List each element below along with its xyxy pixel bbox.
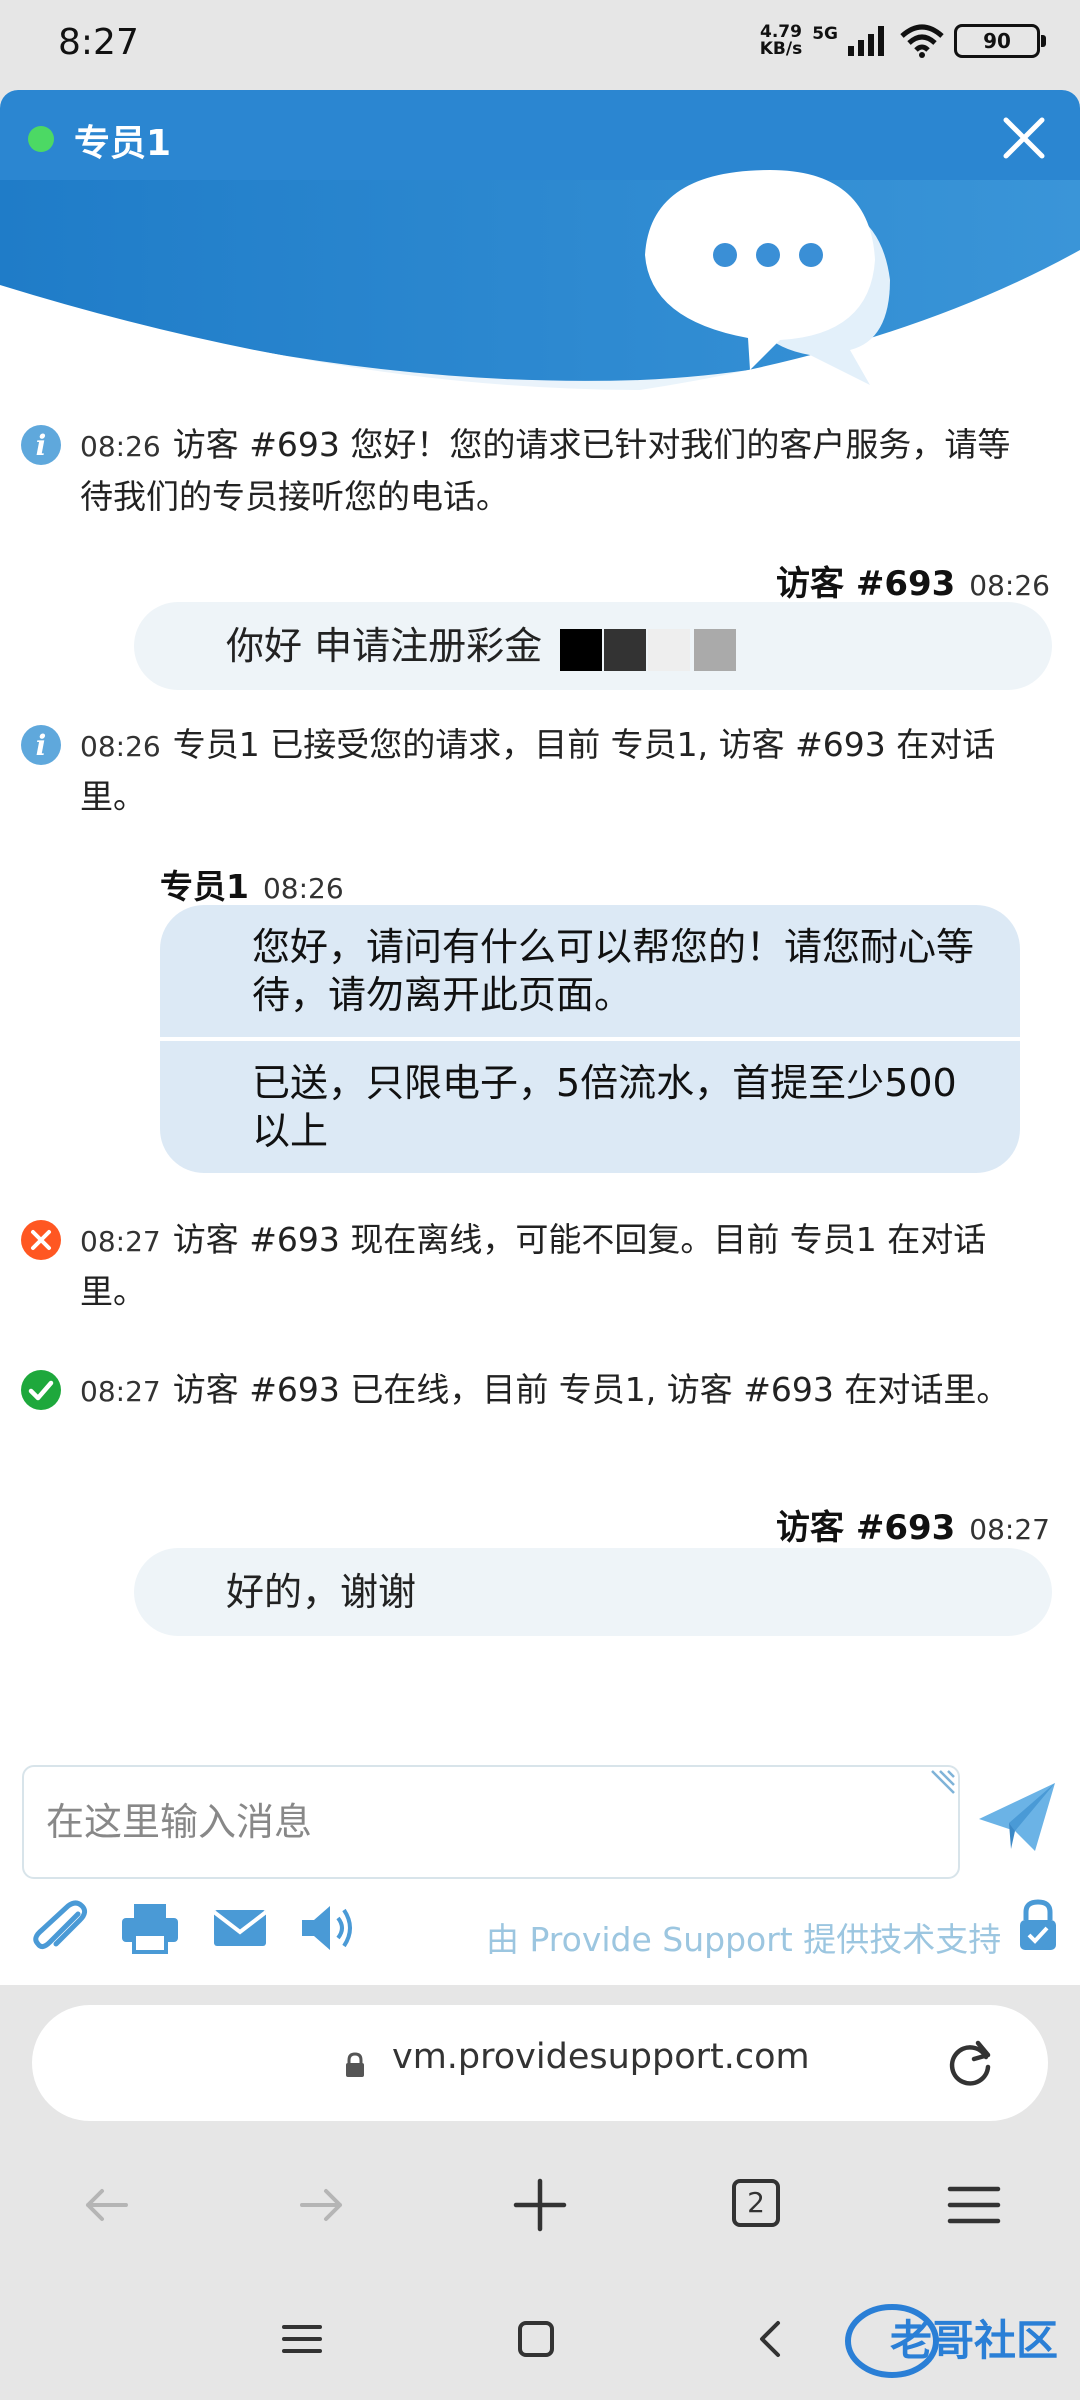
- online-check-icon: [21, 1370, 61, 1410]
- agent-message-part: 您好，请问有什么可以帮您的！请您耐心等待，请勿离开此页面。: [252, 925, 975, 1017]
- agent-message-bubble: 您好，请问有什么可以帮您的！请您耐心等待，请勿离开此页面。 已送，只限电子，5倍…: [160, 905, 1020, 1173]
- watermark-text: 老哥社区: [890, 2316, 1058, 2365]
- send-icon[interactable]: [975, 1775, 1059, 1859]
- system-message: 08:27 访客 #693 现在离线，可能不回复。目前 专员1 在对话里。: [20, 1215, 1030, 1317]
- back-icon[interactable]: [746, 2315, 794, 2363]
- chat-header: 专员1: [0, 90, 1080, 390]
- message-text: 访客 #693 现在离线，可能不回复。目前 专员1 在对话里。: [80, 1220, 987, 1311]
- system-message: 08:27 访客 #693 已在线，目前 专员1, 访客 #693 在对话里。: [20, 1365, 1030, 1417]
- status-bar: 8:27 4.79 KB/s 5G 90: [0, 0, 1080, 90]
- message-time: 08:27: [80, 1375, 161, 1408]
- offline-x-icon: [21, 1220, 61, 1260]
- sound-icon[interactable]: [298, 1900, 358, 1956]
- message-text: 你好 申请注册彩金: [226, 624, 543, 668]
- info-icon: i: [21, 725, 61, 765]
- secure-lock-icon: [1020, 1899, 1056, 1950]
- attach-icon[interactable]: [32, 1900, 92, 1956]
- status-time: 8:27: [58, 22, 139, 63]
- agent-message-part: 已送，只限电子，5倍流水，首提至少500以上: [252, 1061, 957, 1153]
- system-nav-bar: 老哥社区: [0, 2275, 1080, 2400]
- agent-name: 专员1: [74, 123, 172, 164]
- message-text: 专员1 已接受您的请求，目前 专员1, 访客 #693 在对话里。: [80, 725, 996, 816]
- chat-bubble-illustration-icon: [645, 170, 890, 385]
- address-bar[interactable]: vm.providesupport.com: [32, 2005, 1048, 2121]
- new-tab-plus-icon[interactable]: [510, 2175, 570, 2235]
- reload-icon[interactable]: [942, 2035, 998, 2091]
- message-time: 08:26: [969, 569, 1050, 602]
- email-icon[interactable]: [210, 1900, 270, 1956]
- svg-text:i: i: [36, 429, 47, 462]
- tabs-count-button[interactable]: 2: [732, 2179, 780, 2227]
- visitor-message-header: 访客 #693 08:27: [776, 1500, 1050, 1549]
- message-time: 08:27: [969, 1513, 1050, 1546]
- message-author: 专员1: [160, 867, 249, 906]
- battery-icon: 90: [954, 24, 1046, 58]
- message-text: 访客 #693 已在线，目前 专员1, 访客 #693 在对话里。: [172, 1370, 1010, 1409]
- message-time: 08:26: [80, 730, 161, 763]
- browser-url-area: vm.providesupport.com: [0, 1985, 1080, 2135]
- system-message: i 08:26 专员1 已接受您的请求，目前 专员1, 访客 #693 在对话里。: [20, 720, 1030, 822]
- online-status-dot: [28, 126, 54, 152]
- back-arrow-icon[interactable]: [76, 2175, 136, 2235]
- message-input[interactable]: [24, 1767, 958, 1877]
- close-icon[interactable]: [994, 108, 1054, 168]
- message-time: 08:27: [80, 1225, 161, 1258]
- status-icons: 4.79 KB/s 5G 90: [760, 24, 1046, 58]
- visitor-message-bubble: 好的，谢谢: [134, 1548, 1052, 1636]
- lock-icon: [346, 2052, 364, 2077]
- message-author: 访客 #693: [776, 1508, 956, 1548]
- message-input-wrapper: [22, 1765, 960, 1879]
- browser-nav-bar: 2: [0, 2135, 1080, 2275]
- home-icon[interactable]: [512, 2315, 560, 2363]
- redacted-block: [560, 628, 737, 671]
- powered-by-link[interactable]: 由 Provide Support 提供技术支持: [486, 1913, 1001, 1961]
- message-text: 访客 #693 您好！您的请求已针对我们的客户服务，请等待我们的专员接听您的电话…: [80, 425, 1011, 516]
- signal-icon: [848, 26, 884, 56]
- network-speed: 4.79 KB/s: [760, 24, 802, 58]
- info-icon: i: [21, 425, 61, 465]
- url-text[interactable]: vm.providesupport.com: [392, 2037, 810, 2077]
- print-icon[interactable]: [120, 1900, 180, 1956]
- resize-handle-icon[interactable]: [928, 1767, 958, 1797]
- visitor-message-bubble: 你好 申请注册彩金: [134, 602, 1052, 690]
- message-text: 好的，谢谢: [226, 1570, 417, 1614]
- wifi-icon: [900, 24, 944, 58]
- message-author: 访客 #693: [776, 564, 956, 604]
- forward-arrow-icon[interactable]: [292, 2175, 352, 2235]
- recent-apps-icon[interactable]: [278, 2315, 326, 2363]
- system-message: i 08:26 访客 #693 您好！您的请求已针对我们的客户服务，请等待我们的专…: [20, 420, 1030, 522]
- menu-icon[interactable]: [944, 2175, 1004, 2235]
- chat-window: 专员1 i 08:26 访客 #693 您好！您的请求已针对我们的客户服务，请等待…: [0, 90, 1080, 1985]
- message-time: 08:26: [262, 872, 344, 905]
- network-type: 5G: [812, 24, 838, 44]
- network-speed-unit: KB/s: [759, 39, 803, 59]
- message-time: 08:26: [80, 430, 161, 463]
- agent-message-header: 专员1 08:26: [160, 860, 344, 908]
- visitor-message-header: 访客 #693 08:26: [776, 556, 1050, 605]
- svg-text:i: i: [36, 729, 47, 762]
- watermark-logo: 老哥社区: [845, 2304, 1058, 2378]
